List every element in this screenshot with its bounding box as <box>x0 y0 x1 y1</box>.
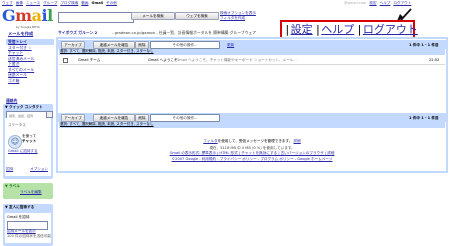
nav-video[interactable]: 動画 <box>81 1 88 5</box>
more-actions-select[interactable]: その他の操作... <box>150 41 220 49</box>
ad-sponsor-link[interactable]: サイボウズ ガルーン 2 <box>58 30 97 36</box>
logo-subtitle: by Google BETA <box>16 25 40 29</box>
chat-icon: ☺ <box>8 135 22 149</box>
user-email: @gmail.com <box>344 1 367 5</box>
help-link-small[interactable]: ヘルプ <box>380 1 391 5</box>
refresh-link[interactable]: 更新 <box>227 43 234 48</box>
message-count-bottom: 1 件中 1 - 1 件目 <box>409 116 439 120</box>
gmail-logo[interactable]: Gmail <box>2 7 53 25</box>
ad-text: - gradeon.co.jp/garoon - 社員一覧、計画情報ポータルを … <box>112 30 257 35</box>
help-link[interactable]: ヘルプ <box>321 23 354 36</box>
nav-images[interactable]: 画像 <box>16 1 23 5</box>
edit-labels-link[interactable]: ラベルを編集 <box>20 190 42 195</box>
footer-tip: フィルタを使用して、受信メッセージを管理できます。 詳細 <box>203 139 301 143</box>
search-input[interactable] <box>58 12 134 23</box>
invite-to-gmail-link[interactable]: Gmail に招待する <box>8 149 38 154</box>
star-icon[interactable]: ☆ <box>70 57 74 63</box>
report-spam-button-bottom[interactable]: 迷惑メールを報告 <box>93 114 135 122</box>
row-checkbox[interactable] <box>63 58 68 63</box>
settings-link[interactable]: 設定 <box>291 23 313 36</box>
invite-link[interactable]: 招待 <box>6 167 13 172</box>
report-spam-button[interactable]: 迷惑メールを報告 <box>93 41 135 49</box>
select-options[interactable]: 選択: すべて, 選択解除, 既読, 未読, スター付き, スターなし <box>60 49 154 54</box>
invites-remaining: 100 件の招待状を送信可能 <box>7 234 51 238</box>
search-web-button[interactable]: ウェブを検索 <box>175 12 219 20</box>
delete-button-bottom[interactable]: 削除 <box>135 114 149 122</box>
search-mail-button[interactable]: メールを検索 <box>131 12 175 20</box>
nav-gmail: Gmail <box>91 1 104 5</box>
quick-contacts-header[interactable]: ▼ クイック コンタクト <box>5 105 43 110</box>
logout-link-small[interactable]: ログアウト <box>393 1 411 5</box>
row-snippet: - Gmail へようこそ。チャット機能やキーボード ショートカット、メール..… <box>174 58 297 62</box>
contacts-options-link[interactable]: オプション <box>30 167 48 172</box>
create-filter-link[interactable]: フィルタを作成 <box>220 16 245 21</box>
select-options-bottom[interactable]: 選択: すべて, 選択解除, 既読, 未読, スター付き, スターなし <box>60 122 154 127</box>
logout-link[interactable]: ログアウト <box>363 23 418 36</box>
nav-web[interactable]: ウェブ <box>2 1 13 5</box>
nav-news[interactable]: ニュース <box>26 1 40 5</box>
tip-more-link[interactable]: 詳細 <box>294 139 301 143</box>
footer-links[interactable]: ©2007 Google - 利用規約 - プライバシー ポリシー - プログラ… <box>56 157 448 162</box>
filter-link[interactable]: フィルタ <box>203 139 217 143</box>
compose-link[interactable]: メールを作成 <box>8 31 33 37</box>
chat-promo-line2: チャット <box>22 139 37 143</box>
archive-button-bottom[interactable]: アーカイブ <box>61 114 85 122</box>
message-count: 1 件中 1 - 1 件目 <box>409 43 439 47</box>
nav-blog-search[interactable]: ブログ検索 <box>60 1 78 5</box>
archive-button[interactable]: アーカイブ <box>61 41 85 49</box>
view-options[interactable]: Gmail の表示形式: 標準表示 | HTML 形式 | チャットを無効にする… <box>56 151 448 156</box>
sidebar-nav: 受信トレイ スター付き ☆ チャット 送信済みメール 下書き すべてのメール 迷… <box>6 39 54 83</box>
settings-link-small[interactable]: 設定 <box>369 1 376 5</box>
sidebar-item-trash[interactable]: ゴミ箱 <box>6 78 54 84</box>
invite-label: Gmail を招待 <box>7 215 30 219</box>
row-time: 22:02 <box>429 58 440 62</box>
more-actions-select-bottom[interactable]: その他の操作... <box>150 114 220 122</box>
nav-groups[interactable]: グループ <box>43 1 57 5</box>
status-selector[interactable]: ステータス <box>8 123 26 128</box>
nav-more[interactable]: その他 <box>106 1 117 5</box>
delete-button[interactable]: 削除 <box>135 41 149 49</box>
account-links: @gmail.com 設定 ヘルプ ログアウト <box>344 1 414 6</box>
row-sender: Gmail チーム <box>78 58 101 62</box>
invite-header[interactable]: ▼ 友人に招待する <box>5 205 34 210</box>
labels-header[interactable]: ▼ ラベル <box>5 184 20 189</box>
contacts-search-button[interactable] <box>46 111 53 118</box>
